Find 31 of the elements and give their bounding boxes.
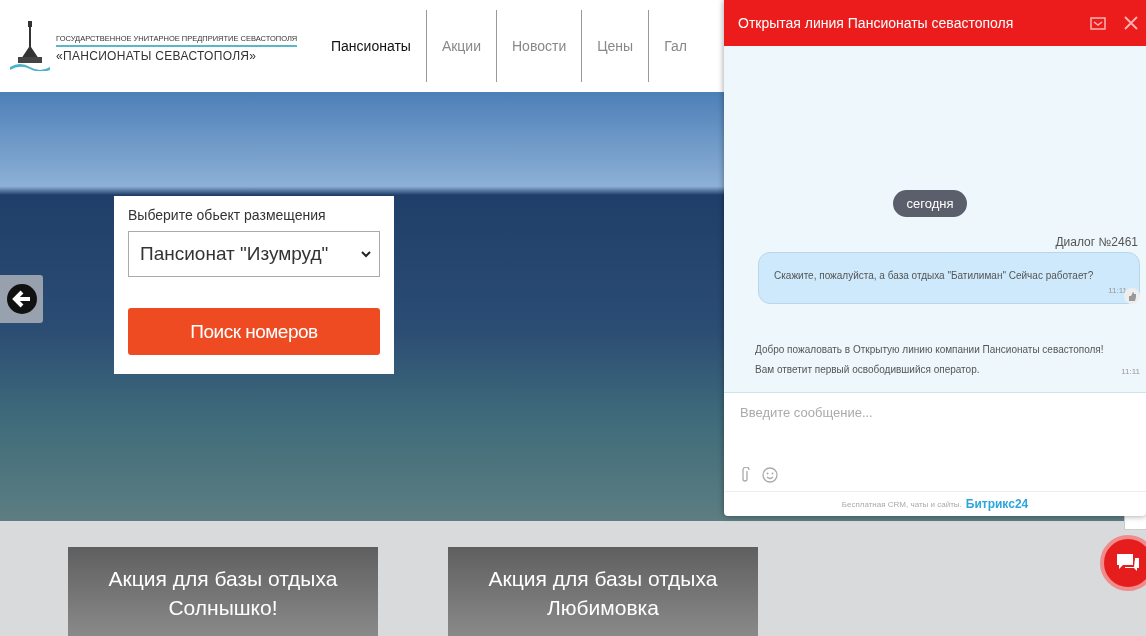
message-time: 11:11 — [1121, 367, 1140, 378]
footer-text: Бесплатная CRM, чаты и сайты. — [841, 499, 962, 509]
chat-button[interactable] — [1100, 535, 1146, 591]
nav-link[interactable]: Цены — [581, 10, 649, 82]
thumbs-up-icon[interactable] — [1124, 288, 1140, 304]
logo-title: «ПАНСИОНАТЫ СЕВАСТОПОЛЯ» — [56, 49, 258, 63]
envelope-icon[interactable] — [1090, 16, 1106, 30]
message-text: Скажите, пожалуйста, а база отдыха "Батилиман" Сейчас работает? — [774, 270, 1095, 281]
date-pill: сегодня — [892, 190, 968, 217]
dialog-number: Диалог №2461 — [1055, 235, 1138, 249]
previous-button[interactable] — [0, 275, 43, 323]
chat-title: Открытая линия Пансионаты севастополя — [738, 15, 1015, 31]
field-label: Выберите обьект размещения — [128, 207, 327, 223]
paperclip-icon[interactable] — [740, 467, 750, 483]
nav-link[interactable]: Акции — [425, 10, 496, 82]
promo-card[interactable]: Акция для базы отдыха Солнышко! — [68, 547, 378, 636]
promo-title: Акция для базы отдыха Солнышко! — [108, 566, 338, 621]
nav-link[interactable]: Пансионаты — [316, 10, 426, 82]
message-input[interactable]: Введите сообщение... — [724, 393, 1146, 491]
chevron-down-icon — [361, 250, 371, 258]
nav-link[interactable]: Новости — [496, 10, 582, 82]
nav-link[interactable]: Гал — [648, 10, 687, 82]
brand-link[interactable]: Битрикс24 — [965, 497, 1029, 511]
promo-title: Акция для базы отдыха Любимовка — [488, 566, 718, 621]
smiley-icon[interactable] — [762, 467, 778, 483]
monument-logo-icon — [8, 21, 52, 71]
accommodation-select[interactable]: Пансионат "Изумруд" — [128, 231, 380, 277]
search-rooms-button[interactable]: Поиск номеров — [128, 308, 380, 355]
close-icon[interactable] — [1124, 16, 1138, 30]
system-message: Добро пожаловать в Открытую линию компании Пансионаты севастополя! Вам ответит первый освободившийся оператор. — [755, 343, 1105, 377]
promo-card[interactable]: Акция для базы отдыха Любимовка — [448, 547, 758, 636]
